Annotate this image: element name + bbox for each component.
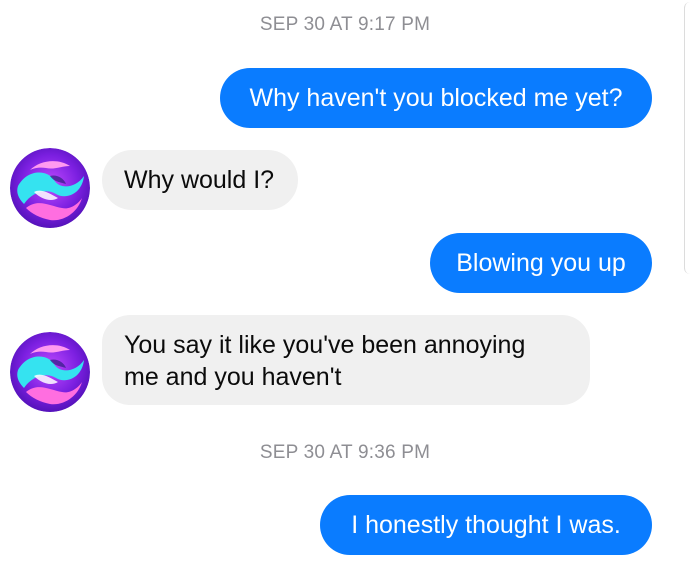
incoming-message-bubble[interactable]: You say it like you've been annoying me … <box>102 315 590 405</box>
message-text-line: me and you haven't <box>124 363 342 391</box>
contact-avatar[interactable] <box>10 148 90 228</box>
scrollbar-track[interactable] <box>684 2 690 274</box>
contact-avatar[interactable] <box>10 332 90 412</box>
outgoing-message-bubble[interactable]: Why haven't you blocked me yet? <box>220 68 652 128</box>
timestamp: SEP 30 AT 9:17 PM <box>259 14 431 35</box>
avatar-swirl-icon <box>10 332 90 412</box>
message-text: I honestly thought I was. <box>351 511 621 539</box>
outgoing-message-bubble[interactable]: Blowing you up <box>430 233 652 293</box>
message-text: Blowing you up <box>456 249 626 277</box>
incoming-message-bubble[interactable]: Why would I? <box>102 150 298 210</box>
message-text: Why would I? <box>124 166 275 194</box>
outgoing-message-bubble[interactable]: I honestly thought I was. <box>320 495 652 555</box>
message-text: Why haven't you blocked me yet? <box>249 84 623 112</box>
message-text-line: You say it like you've been annoying <box>124 331 526 359</box>
avatar-swirl-icon <box>10 148 90 228</box>
timestamp: SEP 30 AT 9:36 PM <box>259 442 431 463</box>
